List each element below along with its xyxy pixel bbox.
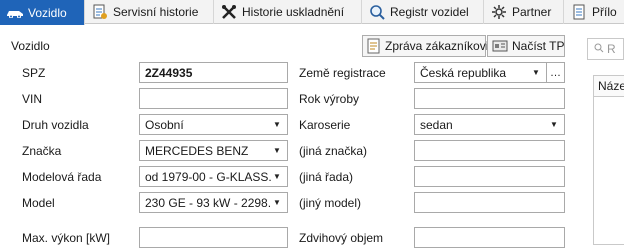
registration-country-select[interactable]: Česká republika ▼ bbox=[414, 62, 547, 83]
other-series-label: (jiná řada) bbox=[299, 170, 354, 184]
year-input[interactable] bbox=[414, 88, 565, 109]
tab-label: Vozidlo bbox=[28, 5, 67, 20]
other-model-input[interactable] bbox=[414, 192, 565, 213]
brand-select[interactable]: MERCEDES BENZ ▼ bbox=[139, 140, 288, 161]
search-icon bbox=[594, 42, 604, 56]
other-brand-input[interactable] bbox=[414, 140, 565, 161]
year-label: Rok výroby bbox=[299, 92, 360, 106]
tab-vozidlo[interactable]: Vozidlo bbox=[0, 0, 85, 25]
brand-label: Značka bbox=[22, 144, 62, 158]
tab-label: Přílo bbox=[592, 5, 617, 19]
spz-label: SPZ bbox=[22, 66, 46, 80]
attachment-icon bbox=[570, 4, 588, 20]
other-series-input[interactable] bbox=[414, 166, 565, 187]
car-icon bbox=[6, 5, 24, 21]
vin-input[interactable] bbox=[139, 88, 288, 109]
section-title: Vozidlo bbox=[11, 39, 50, 53]
body-type-select[interactable]: sedan ▼ bbox=[414, 114, 565, 135]
button-label: Načíst TP bbox=[512, 39, 565, 53]
dropdown-arrow-icon: ▼ bbox=[550, 120, 558, 129]
gear-icon bbox=[490, 4, 508, 20]
model-series-select[interactable]: od 1979-00 - G-KLASS... ▼ bbox=[139, 166, 288, 187]
other-brand-label: (jiná značka) bbox=[299, 144, 368, 158]
model-label: Model bbox=[22, 196, 55, 210]
spz-input[interactable]: 2Z44935 bbox=[139, 62, 288, 83]
displacement-label: Zdvihový objem bbox=[299, 231, 384, 245]
tab-label: Servisní historie bbox=[113, 5, 199, 19]
tab-servisni-historie[interactable]: Servisní historie bbox=[85, 0, 214, 24]
model-series-label: Modelová řada bbox=[22, 170, 102, 184]
tab-bar: Vozidlo Servisní historie Historie uskla… bbox=[0, 0, 624, 25]
tab-prilohy[interactable]: Přílo bbox=[564, 0, 624, 24]
max-power-label: Max. výkon [kW] bbox=[22, 231, 111, 245]
body-type-label: Karoserie bbox=[299, 118, 351, 132]
tab-partner[interactable]: Partner bbox=[484, 0, 564, 24]
grid-column-header[interactable]: Náze bbox=[594, 76, 624, 97]
side-grid: Náze bbox=[593, 75, 624, 245]
dropdown-arrow-icon: ▼ bbox=[532, 68, 540, 77]
vehicle-type-label: Druh vozidla bbox=[22, 118, 89, 132]
tab-registr-vozidel[interactable]: Registr vozidel bbox=[362, 0, 484, 24]
dropdown-arrow-icon: ▼ bbox=[273, 198, 281, 207]
model-select[interactable]: 230 GE - 93 kW - 2298... ▼ bbox=[139, 192, 288, 213]
document-icon bbox=[91, 4, 109, 20]
side-search-input[interactable]: R bbox=[587, 38, 624, 60]
dropdown-arrow-icon: ▼ bbox=[273, 146, 281, 155]
dropdown-arrow-icon: ▼ bbox=[273, 120, 281, 129]
customer-report-button[interactable]: Zpráva zákazníkovi bbox=[362, 35, 489, 57]
load-tp-button[interactable]: Načíst TP bbox=[487, 35, 565, 57]
vehicle-type-select[interactable]: Osobní ▼ bbox=[139, 114, 288, 135]
button-label: Zpráva zákazníkovi bbox=[385, 39, 489, 53]
tab-historie-uskladneni[interactable]: Historie uskladnění bbox=[214, 0, 362, 24]
card-icon bbox=[492, 38, 508, 54]
other-model-label: (jiný model) bbox=[299, 196, 362, 210]
tab-label: Partner bbox=[512, 5, 552, 19]
tools-icon bbox=[220, 4, 238, 20]
dropdown-arrow-icon: ▼ bbox=[273, 172, 281, 181]
report-icon bbox=[367, 38, 381, 54]
registration-country-label: Země registrace bbox=[299, 66, 386, 80]
vin-label: VIN bbox=[22, 92, 43, 106]
search-icon bbox=[368, 4, 386, 20]
tab-label: Historie uskladnění bbox=[242, 5, 345, 19]
tab-label: Registr vozidel bbox=[390, 5, 469, 19]
country-browse-button[interactable]: … bbox=[547, 62, 565, 83]
